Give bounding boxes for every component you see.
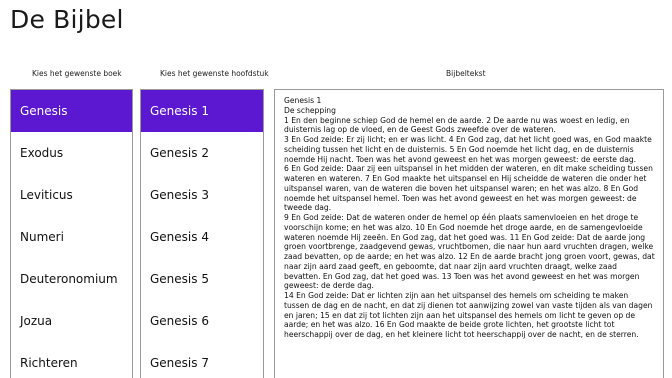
chapter-item[interactable]: Genesis 5 xyxy=(141,258,263,300)
verse-paragraph: 6 En God zeide: Daar zij een uitspansel … xyxy=(284,164,653,213)
verse-paragraph: 9 En God zeide: Dat de wateren onder de … xyxy=(284,213,655,291)
book-item[interactable]: Leviticus xyxy=(11,174,132,216)
books-column-header: Kies het gewenste boek xyxy=(32,69,122,78)
chapter-item[interactable]: Genesis 1 xyxy=(141,90,263,132)
verse-paragraph: 3 En God zeide: Er zij licht; en er was … xyxy=(284,135,652,164)
app-title: De Bijbel xyxy=(10,5,124,34)
chapter-item[interactable]: Genesis 4 xyxy=(141,216,263,258)
book-item[interactable]: Exodus xyxy=(11,132,132,174)
chapter-heading: Genesis 1 xyxy=(284,96,322,105)
text-column-header: Bijbeltekst xyxy=(446,69,486,78)
bible-text-panel[interactable]: Genesis 1 De schepping 1 En den beginne … xyxy=(274,89,664,378)
section-heading: De schepping xyxy=(284,105,336,115)
app-window: De Bijbel Kies het gewenste boek Kies he… xyxy=(0,0,672,378)
book-item[interactable]: Deuteronomium xyxy=(11,258,132,300)
book-item[interactable]: Genesis xyxy=(11,90,132,132)
book-item[interactable]: Richteren xyxy=(11,342,132,378)
chapters-column-header: Kies het gewenste hoofdstuk xyxy=(160,69,269,78)
book-item[interactable]: Numeri xyxy=(11,216,132,258)
book-item[interactable]: Jozua xyxy=(11,300,132,342)
books-list[interactable]: Genesis Exodus Leviticus Numeri Deuteron… xyxy=(10,89,133,378)
chapter-item[interactable]: Genesis 6 xyxy=(141,300,263,342)
chapter-item[interactable]: Genesis 2 xyxy=(141,132,263,174)
bible-text-content: Genesis 1 De schepping 1 En den beginne … xyxy=(275,90,663,340)
chapter-item[interactable]: Genesis 7 xyxy=(141,342,263,378)
chapter-item[interactable]: Genesis 3 xyxy=(141,174,263,216)
verse-paragraph: 1 En den beginne schiep God de hemel en … xyxy=(284,115,630,135)
chapters-list[interactable]: Genesis 1 Genesis 2 Genesis 3 Genesis 4 … xyxy=(140,89,264,378)
verse-paragraph: 14 En God zeide: Dat er lichten zijn aan… xyxy=(284,291,653,339)
